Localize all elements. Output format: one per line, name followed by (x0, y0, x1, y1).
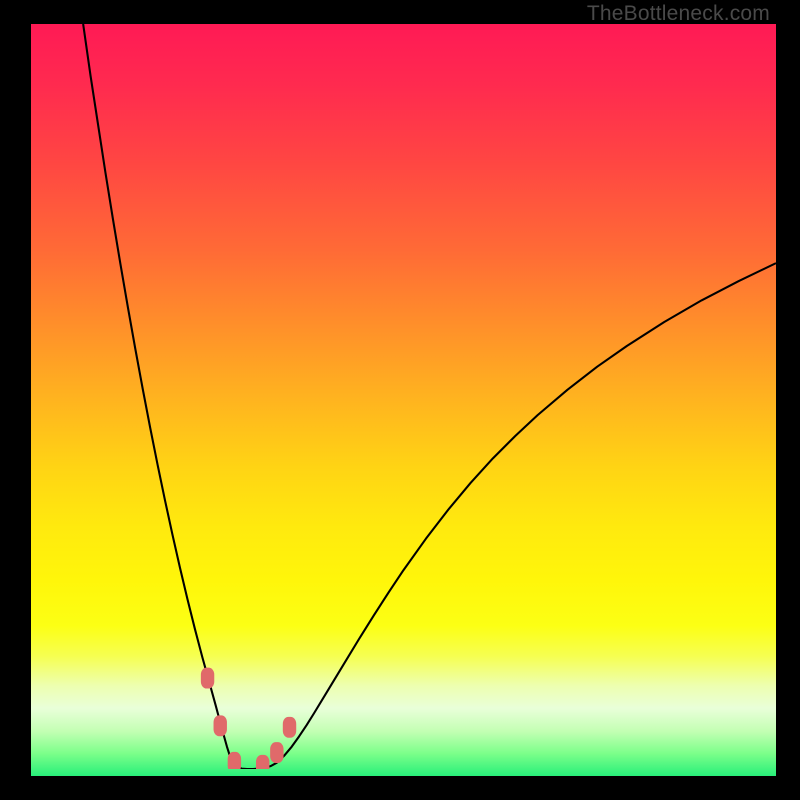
data-point-marker (214, 715, 227, 736)
data-point-marker (283, 717, 296, 738)
data-point-marker (270, 742, 283, 763)
data-point-marker (256, 755, 269, 769)
chart-area (31, 24, 776, 776)
data-point-marker (201, 668, 214, 689)
data-point-marker (228, 752, 241, 769)
chart-markers (31, 24, 776, 769)
watermark-text: TheBottleneck.com (587, 2, 770, 26)
